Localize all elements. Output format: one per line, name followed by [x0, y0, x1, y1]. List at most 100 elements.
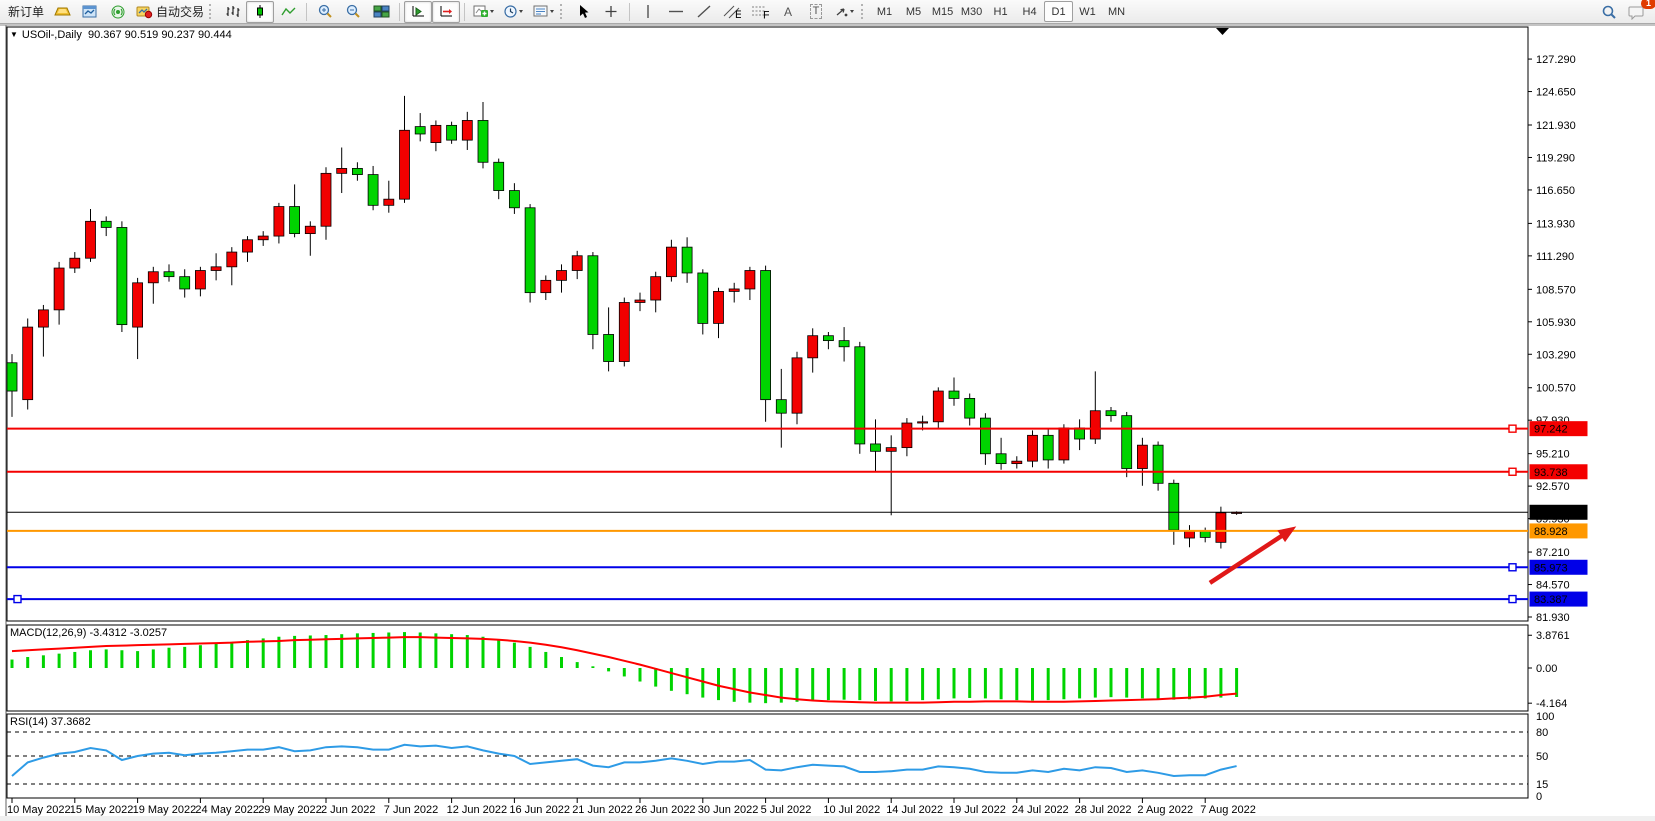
price-tick-label[interactable]: 95.210 — [1536, 449, 1570, 461]
date-label[interactable]: 21 Jun 2022 — [572, 804, 633, 816]
macd-axis-label: 3.8761 — [1536, 630, 1570, 642]
date-label[interactable]: 2 Jun 2022 — [321, 804, 375, 816]
date-label[interactable]: 24 Jul 2022 — [1012, 804, 1069, 816]
hline-anchor[interactable] — [1508, 594, 1517, 604]
candlestick-type-button[interactable] — [246, 0, 275, 23]
template-button[interactable] — [529, 1, 559, 23]
date-label[interactable]: 7 Jun 2022 — [384, 804, 438, 816]
horizontal-line-button[interactable] — [662, 1, 690, 23]
timeframe-M30[interactable]: M30 — [957, 1, 986, 22]
period-button[interactable] — [499, 1, 529, 23]
timeframe-W1[interactable]: W1 — [1073, 1, 1102, 22]
candle-body — [22, 326, 34, 401]
timeframe-M1[interactable]: M1 — [870, 1, 899, 22]
toolbar-drag-handle[interactable] — [560, 4, 566, 19]
date-label[interactable]: 19 May 2022 — [133, 804, 197, 816]
date-label[interactable]: 14 Jul 2022 — [886, 804, 943, 816]
date-label[interactable]: 10 May 2022 — [7, 804, 71, 816]
price-tag-label: 88.928 — [1534, 526, 1568, 538]
new-order-button[interactable]: 新订单 — [4, 1, 48, 23]
line-chart-type-button[interactable] — [274, 1, 302, 23]
notifications-button[interactable]: 1 — [1623, 0, 1655, 23]
price-tick-label[interactable]: 121.930 — [1536, 120, 1576, 132]
timeframe-MN[interactable]: MN — [1102, 1, 1131, 22]
date-label[interactable]: 5 Jul 2022 — [761, 804, 812, 816]
hline-anchor[interactable] — [1508, 424, 1517, 433]
cursor-button[interactable] — [569, 1, 597, 23]
channel-button[interactable]: E — [718, 1, 746, 23]
vertical-line-button[interactable] — [634, 1, 662, 23]
new-chart-button[interactable] — [469, 1, 499, 23]
signals-button[interactable] — [104, 1, 132, 23]
hline-anchor[interactable] — [1508, 467, 1517, 476]
date-label[interactable]: 7 Aug 2022 — [1200, 804, 1256, 816]
date-label[interactable]: 2 Aug 2022 — [1137, 804, 1193, 816]
date-label[interactable]: 28 Jul 2022 — [1075, 804, 1132, 816]
candle-body — [430, 124, 442, 143]
macd-panel — [6, 624, 1529, 712]
autotrade-button[interactable]: 自动交易 — [132, 1, 208, 23]
zoom-in-button[interactable] — [311, 1, 339, 23]
bar-chart-type-button[interactable] — [218, 1, 246, 23]
tile-windows-button[interactable] — [367, 1, 395, 23]
price-tick-label[interactable]: 105.930 — [1536, 317, 1576, 329]
toolbar-drag-handle[interactable] — [209, 4, 215, 19]
label-tool-button[interactable]: T — [802, 1, 830, 23]
chart-shift-button[interactable] — [432, 0, 461, 23]
auto-scroll-button[interactable] — [404, 0, 433, 23]
date-label[interactable]: 15 May 2022 — [70, 804, 134, 816]
price-tick-label[interactable]: 84.570 — [1536, 580, 1570, 592]
candle-body — [587, 255, 599, 335]
toolbar-drag-handle[interactable] — [861, 4, 867, 19]
price-tick-label[interactable]: 100.570 — [1536, 383, 1576, 395]
date-label[interactable]: 10 Jul 2022 — [823, 804, 880, 816]
deposit-button[interactable] — [48, 1, 76, 23]
date-label[interactable]: 24 May 2022 — [195, 804, 259, 816]
quick-trade-caret-icon[interactable]: ▼ — [10, 30, 18, 39]
price-tick-label[interactable]: 81.930 — [1536, 612, 1570, 624]
timeframe-H1[interactable]: H1 — [986, 1, 1015, 22]
price-tick-label[interactable]: 124.650 — [1536, 87, 1576, 99]
trendline-button[interactable] — [690, 1, 718, 23]
fibonacci-button[interactable]: F — [746, 1, 774, 23]
crosshair-button[interactable] — [597, 1, 625, 23]
price-tick-label[interactable]: 103.290 — [1536, 349, 1576, 361]
price-tick-label[interactable]: 111.290 — [1536, 251, 1574, 263]
hline-anchor[interactable] — [13, 594, 22, 604]
price-chart[interactable]: 127.290 124.650 121.930 119.290 116.650 113.9… — [0, 24, 1655, 821]
date-label[interactable]: 16 Jun 2022 — [509, 804, 570, 816]
market-watch-button[interactable] — [76, 1, 104, 23]
price-tick-label[interactable]: 127.290 — [1536, 54, 1576, 66]
text-tool-button[interactable]: A — [774, 1, 802, 23]
svg-text:E: E — [735, 9, 741, 19]
timeframe-D1[interactable]: D1 — [1044, 1, 1074, 22]
candle-body — [1058, 427, 1070, 461]
timeframe-H4[interactable]: H4 — [1015, 1, 1044, 22]
macd-axis-label: 0.00 — [1536, 663, 1557, 675]
date-label[interactable]: 19 Jul 2022 — [949, 804, 1006, 816]
hline-anchor[interactable] — [1508, 563, 1517, 572]
price-tick-label[interactable]: 108.570 — [1536, 284, 1576, 296]
timeframe-M15[interactable]: M15 — [928, 1, 957, 22]
macd-axis-label: -4.164 — [1536, 698, 1567, 710]
date-label[interactable]: 30 Jun 2022 — [698, 804, 759, 816]
arrows-tool-button[interactable] — [830, 1, 860, 23]
price-tick-label[interactable]: 87.210 — [1536, 547, 1570, 559]
candle-body — [477, 120, 489, 163]
date-label[interactable]: 29 May 2022 — [258, 804, 322, 816]
candle-body — [791, 357, 803, 414]
timeframe-M5[interactable]: M5 — [899, 1, 928, 22]
date-label[interactable]: 12 Jun 2022 — [447, 804, 508, 816]
candle-body — [1152, 444, 1164, 484]
price-tick-label[interactable]: 119.290 — [1536, 152, 1575, 164]
candle-body — [932, 390, 944, 423]
candle-body — [85, 220, 96, 259]
candle-body — [540, 279, 552, 294]
zoom-out-button[interactable] — [339, 1, 367, 23]
date-label[interactable]: 26 Jun 2022 — [635, 804, 696, 816]
search-button[interactable] — [1595, 1, 1623, 23]
price-tick-label[interactable]: 113.930 — [1536, 218, 1575, 230]
price-tick-label[interactable]: 116.650 — [1536, 185, 1575, 197]
price-tick-label[interactable]: 92.570 — [1536, 481, 1570, 493]
candle-body — [100, 220, 112, 228]
